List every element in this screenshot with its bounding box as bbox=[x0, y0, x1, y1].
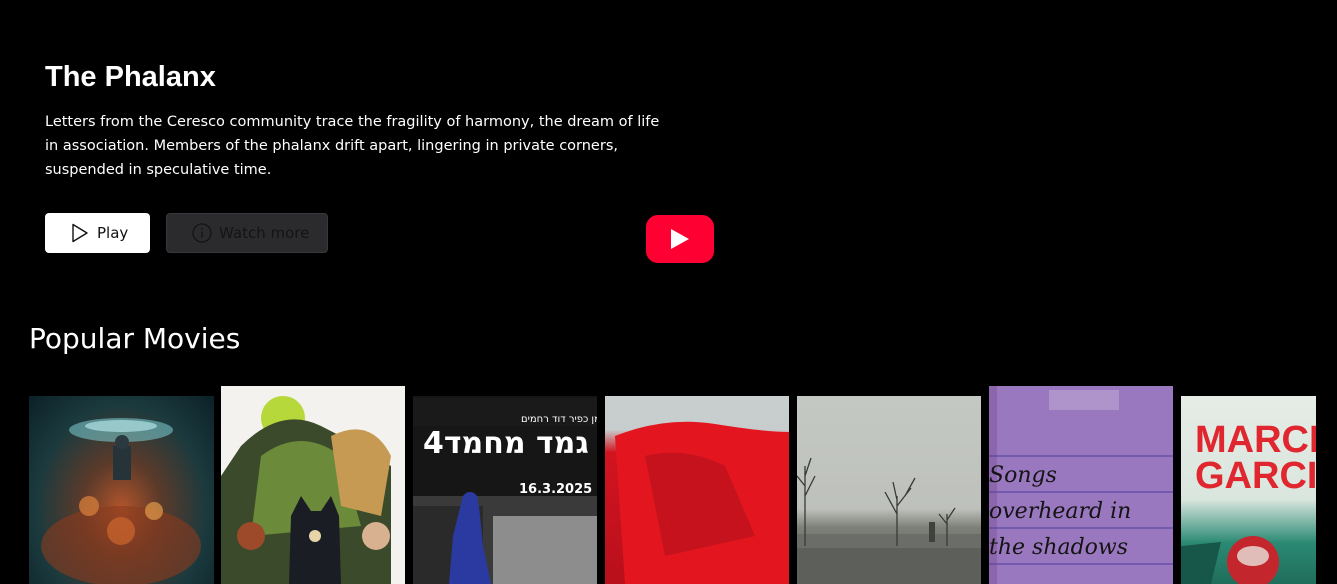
poster-title: MARCIA GARCIA bbox=[1195, 419, 1316, 497]
poster-title: גמד מחמד4 bbox=[423, 426, 589, 461]
movie-poster[interactable] bbox=[797, 396, 981, 584]
popular-movies-heading: Popular Movies bbox=[29, 322, 241, 355]
hero-actions: Play Watch more bbox=[45, 213, 328, 253]
movie-poster[interactable] bbox=[221, 386, 405, 584]
youtube-play-icon bbox=[671, 229, 689, 249]
poster-date: 16.3.2025 bbox=[519, 482, 593, 497]
hero-section: The Phalanx Letters from the Ceresco com… bbox=[45, 58, 685, 182]
movie-poster[interactable] bbox=[605, 396, 789, 584]
poster-credit: כרווי ולייש כריסמן כפיר דוד רחמים bbox=[521, 414, 597, 425]
hero-description: Letters from the Ceresco community trace… bbox=[45, 114, 660, 178]
poster-artwork bbox=[615, 421, 789, 584]
movie-poster[interactable]: Songs overheard in the shadows bbox=[989, 386, 1173, 584]
poster-artwork bbox=[797, 457, 981, 584]
play-button[interactable]: Play bbox=[45, 213, 150, 253]
movie-poster[interactable] bbox=[29, 396, 214, 584]
watch-more-button[interactable]: Watch more bbox=[166, 213, 328, 253]
youtube-play-button[interactable] bbox=[646, 215, 714, 263]
poster-artwork bbox=[41, 418, 201, 584]
info-circle-icon bbox=[192, 223, 212, 243]
watch-more-label: Watch more bbox=[219, 224, 310, 242]
hero-title: The Phalanx bbox=[45, 61, 216, 93]
poster-artwork bbox=[221, 396, 391, 584]
play-outline-icon bbox=[72, 223, 88, 243]
movie-poster[interactable]: כרווי ולייש כריסמן כפיר דוד רחמים גמד מח… bbox=[413, 396, 597, 584]
movie-poster[interactable]: MARCIA GARCIA bbox=[1181, 396, 1316, 584]
play-button-label: Play bbox=[97, 224, 129, 242]
poster-title: Songs overheard in the shadows bbox=[989, 463, 1132, 560]
